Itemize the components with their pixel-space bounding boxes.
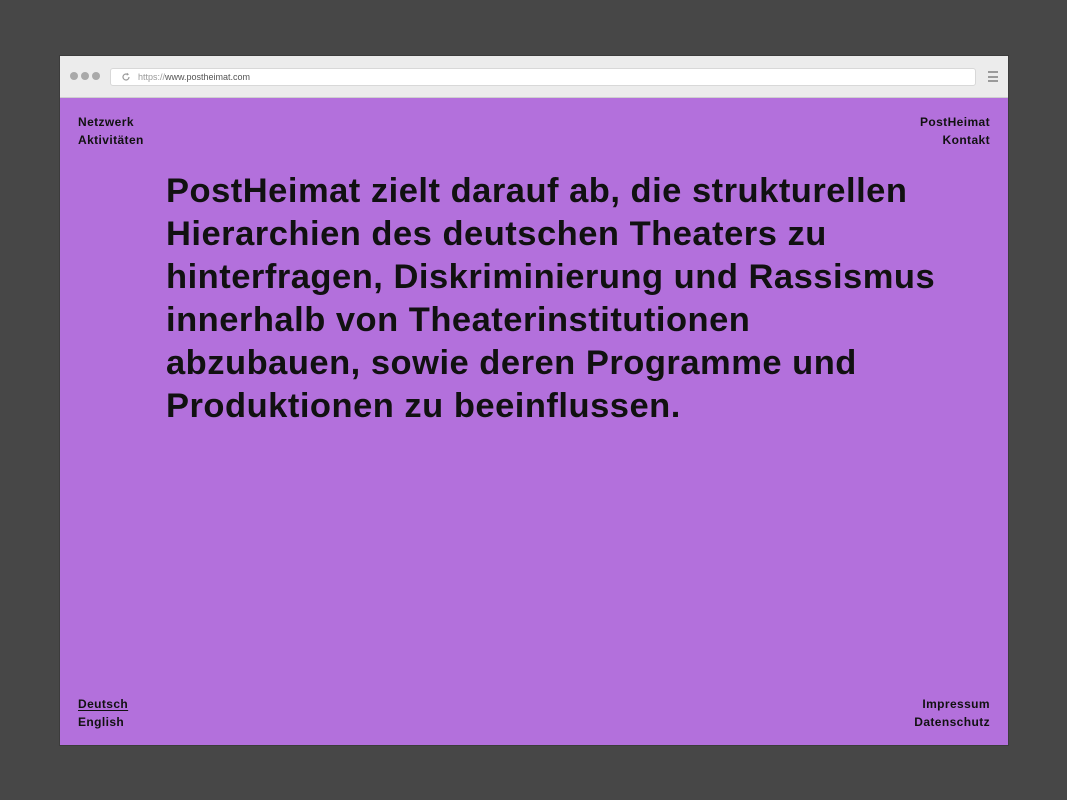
secondary-nav: PostHeimat Kontakt [920,113,990,149]
url-scheme: https:// [138,72,166,82]
address-bar[interactable]: https://www.postheimat.com [110,68,976,86]
reload-icon[interactable] [120,71,132,83]
primary-nav: Netzwerk Aktivitäten [78,113,144,149]
page-content: Netzwerk Aktivitäten PostHeimat Kontakt … [60,98,1008,745]
url-text[interactable]: https://www.postheimat.com [138,72,250,82]
window-dot-icon[interactable] [81,72,89,80]
browser-toolbar: https://www.postheimat.com [60,56,1008,98]
url-host: www.postheimat.com [165,72,251,82]
nav-link-postheimat[interactable]: PostHeimat [920,113,990,131]
language-link-deutsch[interactable]: Deutsch [78,695,128,713]
language-switcher: Deutsch English [78,695,128,731]
nav-link-aktivitaeten[interactable]: Aktivitäten [78,131,144,149]
browser-window: https://www.postheimat.com Netzwerk Akti… [60,56,1008,745]
nav-link-kontakt[interactable]: Kontakt [920,131,990,149]
nav-link-impressum[interactable]: Impressum [914,695,990,713]
mission-statement: PostHeimat zielt darauf ab, die struktur… [166,172,936,425]
legal-nav: Impressum Datenschutz [914,695,990,731]
nav-link-datenschutz[interactable]: Datenschutz [914,713,990,731]
nav-link-netzwerk[interactable]: Netzwerk [78,113,144,131]
window-dot-icon[interactable] [70,72,78,80]
window-controls-icon[interactable] [70,72,100,80]
hamburger-menu-icon[interactable] [988,71,998,82]
language-link-english[interactable]: English [78,713,128,731]
window-dot-icon[interactable] [92,72,100,80]
